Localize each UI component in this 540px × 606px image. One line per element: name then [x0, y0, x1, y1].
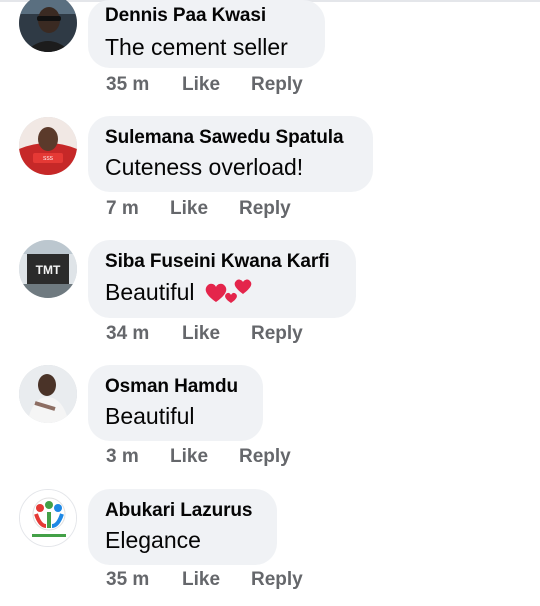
avatar[interactable]	[19, 0, 77, 52]
comment-text: Cuteness overload!	[105, 154, 304, 180]
avatar[interactable]	[19, 365, 77, 423]
comment-bubble: Osman Hamdu Beautiful	[88, 365, 263, 441]
reply-button[interactable]: Reply	[239, 198, 291, 220]
like-button[interactable]: Like	[182, 569, 220, 591]
avatar[interactable]	[19, 489, 77, 547]
two-hearts-emoji-icon	[203, 278, 259, 310]
comment-text: The cement seller	[105, 34, 288, 60]
svg-text:SSS: SSS	[43, 156, 54, 162]
comment-author[interactable]: Abukari Lazurus	[105, 500, 259, 522]
avatar-photo-dark	[19, 0, 77, 52]
avatar-photo-tmt-sign: TMT	[19, 240, 77, 298]
comment-text-value: Beautiful	[105, 279, 195, 306]
comment-author[interactable]: Siba Fuseini Kwana Karfi	[105, 251, 338, 273]
comment-author[interactable]: Osman Hamdu	[105, 376, 245, 398]
comment-time[interactable]: 3 m	[106, 446, 139, 468]
comment-text: Beautiful	[105, 403, 195, 429]
comment-bubble: Dennis Paa Kwasi The cement seller	[88, 0, 325, 68]
comment-text: Elegance	[105, 527, 201, 553]
avatar-logo-people	[20, 490, 76, 546]
reply-button[interactable]: Reply	[251, 323, 303, 345]
comment-bubble: Siba Fuseini Kwana Karfi Beautiful	[88, 240, 356, 318]
comment-bubble: Sulemana Sawedu Spatula Cuteness overloa…	[88, 116, 373, 192]
avatar-photo-red: SSS	[19, 117, 77, 175]
avatar[interactable]: TMT	[19, 240, 77, 298]
like-button[interactable]: Like	[182, 323, 220, 345]
reply-button[interactable]: Reply	[239, 446, 291, 468]
avatar[interactable]: SSS	[19, 117, 77, 175]
comment-time[interactable]: 35 m	[106, 74, 149, 96]
like-button[interactable]: Like	[170, 198, 208, 220]
comment-bubble: Abukari Lazurus Elegance	[88, 489, 277, 565]
comment-author[interactable]: Sulemana Sawedu Spatula	[105, 127, 355, 149]
like-button[interactable]: Like	[170, 446, 208, 468]
avatar-photo-man	[19, 365, 77, 423]
comment-time[interactable]: 34 m	[106, 323, 149, 345]
like-button[interactable]: Like	[182, 74, 220, 96]
comment-author[interactable]: Dennis Paa Kwasi	[105, 5, 307, 27]
reply-button[interactable]: Reply	[251, 569, 303, 591]
svg-text:TMT: TMT	[36, 263, 61, 277]
comment-time[interactable]: 7 m	[106, 198, 139, 220]
comment-time[interactable]: 35 m	[106, 569, 149, 591]
reply-button[interactable]: Reply	[251, 74, 303, 96]
comment-text: Beautiful	[105, 278, 338, 310]
